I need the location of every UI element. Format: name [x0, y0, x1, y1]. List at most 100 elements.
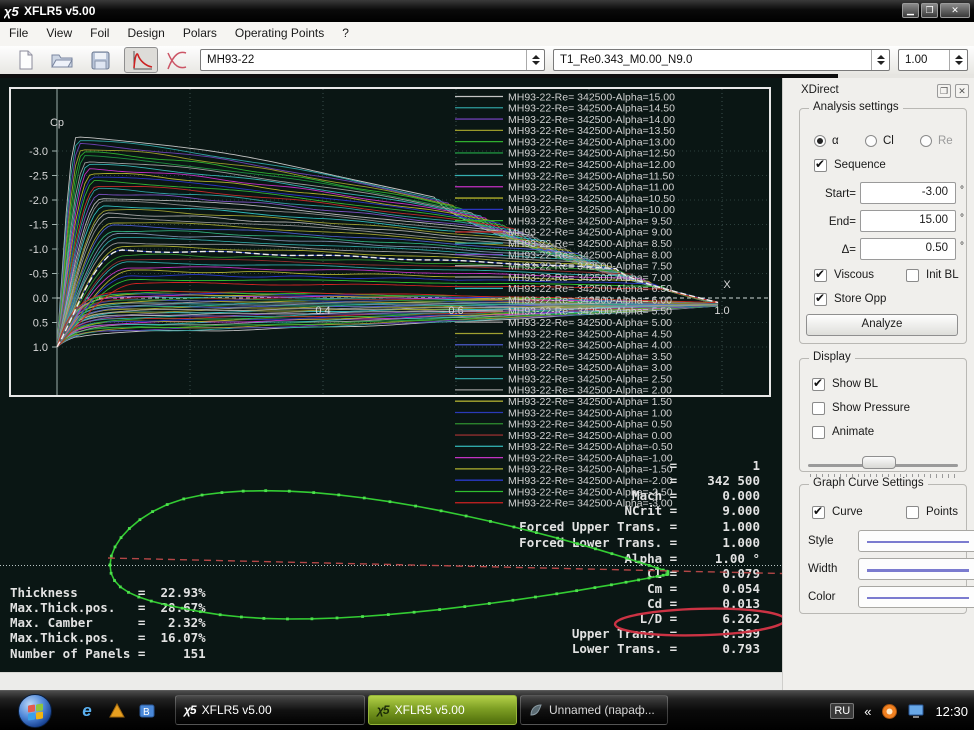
- svg-text:Thickness = 22.93%: Thickness = 22.93%: [10, 585, 206, 600]
- svg-text:0.5: 0.5: [33, 318, 48, 330]
- float-panel-button[interactable]: ❐: [937, 84, 951, 98]
- radio-cl[interactable]: [865, 135, 877, 147]
- show-bl-checkbox[interactable]: [812, 376, 825, 391]
- svg-text:MH93-22-Re= 342500-Alpha=12.50: MH93-22-Re= 342500-Alpha=12.50: [508, 148, 675, 160]
- viscous-checkbox[interactable]: [814, 267, 827, 282]
- display-caption: Display: [809, 351, 855, 363]
- foil-combobox-value: MH93-22: [207, 54, 255, 66]
- start-input[interactable]: -3.00: [860, 182, 956, 204]
- taskbar-task-unnamed[interactable]: Unnamed (параф...: [520, 695, 668, 725]
- language-indicator[interactable]: RU: [830, 703, 855, 719]
- svg-text:Number of Panels = 151: Number of Panels = 151: [10, 646, 206, 661]
- app-icon: χ5: [4, 4, 20, 19]
- restore-button[interactable]: ❐: [921, 3, 938, 18]
- menu-item-?[interactable]: ?: [333, 22, 358, 40]
- menu-item-design[interactable]: Design: [118, 22, 173, 40]
- oppoint-info: = 1 = 342 500 Mach = 0.000 NCrit = 9.000…: [512, 458, 760, 656]
- svg-text:MH93-22-Re= 342500-Alpha=12.00: MH93-22-Re= 342500-Alpha=12.00: [508, 159, 675, 171]
- foil-info: Thickness = 22.93%Max.Thick.pos. = 28.67…: [10, 585, 206, 661]
- end-input[interactable]: 15.00: [860, 210, 956, 232]
- svg-text:MH93-22-Re= 342500-Alpha= 8.50: MH93-22-Re= 342500-Alpha= 8.50: [508, 238, 672, 250]
- show-bl-label: Show BL: [832, 378, 879, 390]
- radio-alpha[interactable]: [814, 135, 826, 147]
- close-button[interactable]: ✕: [940, 3, 970, 18]
- cp-view-button[interactable]: [124, 47, 158, 73]
- taskbar-task-xflr5-1[interactable]: χ5 XFLR5 v5.00: [175, 695, 365, 725]
- menu-item-operating-points[interactable]: Operating Points: [226, 22, 333, 40]
- svg-text:MH93-22-Re= 342500-Alpha= 5.00: MH93-22-Re= 342500-Alpha= 5.00: [508, 317, 672, 329]
- svg-text:0.0: 0.0: [33, 293, 48, 305]
- width-combobox[interactable]: [858, 558, 974, 580]
- style-combobox[interactable]: [858, 530, 974, 552]
- quicklaunch-ie-icon[interactable]: e: [78, 701, 96, 720]
- quicklaunch-app-icon[interactable]: B: [138, 702, 156, 720]
- svg-text:MH93-22-Re= 342500-Alpha= 4.50: MH93-22-Re= 342500-Alpha= 4.50: [508, 328, 672, 340]
- polar-view-button[interactable]: [160, 47, 194, 73]
- radio-re[interactable]: [920, 135, 932, 147]
- svg-text:= 342 500: = 342 500: [512, 473, 760, 488]
- task-label: XFLR5 v5.00: [201, 703, 272, 717]
- store-opp-checkbox[interactable]: [814, 291, 827, 306]
- init-bl-checkbox[interactable]: [906, 269, 919, 282]
- points-label: Points: [926, 506, 958, 518]
- cp-graph-area[interactable]: Cp -3.0 -2.5 -2.0 -1.5 -1.0 -0.5 0.0 0.5 1.0 0.4 0.…: [0, 78, 787, 672]
- svg-text:1.0: 1.0: [33, 342, 48, 354]
- animate-checkbox[interactable]: [812, 426, 825, 439]
- points-checkbox[interactable]: [906, 506, 919, 519]
- open-button[interactable]: [46, 47, 78, 73]
- quicklaunch-dm-icon[interactable]: [108, 702, 126, 720]
- analyze-button[interactable]: Analyze: [806, 314, 958, 336]
- svg-text:MH93-22-Re= 342500-Alpha=14.50: MH93-22-Re= 342500-Alpha=14.50: [508, 103, 675, 115]
- polar-combobox-arrows[interactable]: [871, 50, 889, 70]
- foil-combobox-arrows[interactable]: [526, 50, 544, 70]
- menu-item-polars[interactable]: Polars: [174, 22, 226, 40]
- save-button[interactable]: [84, 47, 116, 73]
- svg-text:MH93-22-Re= 342500-Alpha= 4.00: MH93-22-Re= 342500-Alpha= 4.00: [508, 340, 672, 352]
- start-unit: °: [960, 185, 964, 196]
- svg-text:MH93-22-Re= 342500-Alpha=14.00: MH93-22-Re= 342500-Alpha=14.00: [508, 114, 675, 126]
- curve-checkbox[interactable]: [812, 504, 825, 519]
- sequence-checkbox[interactable]: [814, 157, 827, 172]
- xdirect-panel: XDirect ❐ ✕ Analysis settings α Cl Re Se…: [782, 78, 974, 690]
- delta-label: Δ=: [841, 244, 856, 256]
- start-label: Start=: [824, 188, 856, 200]
- svg-text:Cp: Cp: [50, 117, 64, 129]
- status-strip: [0, 672, 782, 691]
- menu-item-foil[interactable]: Foil: [81, 22, 118, 40]
- svg-text:Max. Camber = 2.32%: Max. Camber = 2.32%: [10, 615, 206, 630]
- cp-plot-svg: Cp-3.0-2.5-2.0-1.5-1.0-0.50.00.51.00.4 0.…: [0, 87, 787, 661]
- color-combobox[interactable]: [858, 586, 974, 608]
- radio-alpha-label: α: [832, 135, 839, 147]
- svg-text:MH93-22-Re= 342500-Alpha= 5.50: MH93-22-Re= 342500-Alpha= 5.50: [508, 306, 672, 318]
- task-label: Unnamed (параф...: [549, 703, 655, 717]
- show-pressure-checkbox[interactable]: [812, 402, 825, 415]
- curve-label: Curve: [832, 506, 863, 518]
- end-unit: °: [960, 213, 964, 224]
- close-panel-button[interactable]: ✕: [955, 84, 969, 98]
- start-button[interactable]: [18, 694, 52, 728]
- animation-slider-handle[interactable]: [862, 456, 896, 469]
- save-floppy-icon: [91, 51, 109, 69]
- tray-orange-icon[interactable]: [881, 703, 898, 720]
- minimize-button[interactable]: ▁: [902, 3, 919, 18]
- polar-combobox[interactable]: T1_Re0.343_M0.00_N9.0: [553, 49, 890, 71]
- menu-item-view[interactable]: View: [37, 22, 81, 40]
- foil-combobox[interactable]: MH93-22: [200, 49, 545, 71]
- tray-expand-chevron[interactable]: «: [864, 704, 871, 719]
- menu-bar: File View Foil Design Polars Operating Points…: [0, 22, 974, 47]
- new-document-button[interactable]: [10, 47, 42, 73]
- oppoint-combobox-arrows[interactable]: [949, 50, 967, 70]
- svg-text:X: X: [723, 279, 731, 291]
- oppoint-combobox[interactable]: 1.00: [898, 49, 968, 71]
- tray-clock: 12:30: [935, 703, 968, 719]
- svg-text:MH93-22-Re= 342500-Alpha=13.00: MH93-22-Re= 342500-Alpha=13.00: [508, 136, 675, 148]
- svg-text:MH93-22-Re= 342500-Alpha= 1.00: MH93-22-Re= 342500-Alpha= 1.00: [508, 407, 672, 419]
- viscous-label: Viscous: [834, 269, 875, 281]
- analysis-settings-caption: Analysis settings: [809, 101, 903, 113]
- taskbar-task-xflr5-2[interactable]: χ5 XFLR5 v5.00: [368, 695, 517, 725]
- color-line-preview: [867, 597, 969, 599]
- tray-display-icon[interactable]: [908, 703, 925, 720]
- init-bl-label: Init BL: [926, 269, 959, 281]
- delta-input[interactable]: 0.50: [860, 238, 956, 260]
- menu-item-file[interactable]: File: [0, 22, 37, 40]
